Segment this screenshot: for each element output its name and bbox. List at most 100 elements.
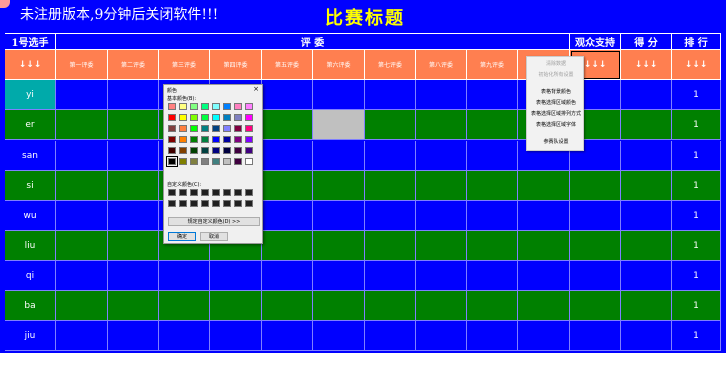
score-cell[interactable] bbox=[416, 231, 467, 261]
contestant-name[interactable]: liu bbox=[5, 231, 56, 261]
score-cell[interactable] bbox=[416, 171, 467, 201]
color-swatch[interactable] bbox=[212, 103, 220, 110]
custom-color-swatch[interactable] bbox=[190, 189, 198, 196]
score-cell[interactable] bbox=[416, 141, 467, 171]
score-cell[interactable] bbox=[313, 321, 365, 351]
score-cell[interactable] bbox=[210, 291, 262, 321]
judge-header-2[interactable]: 第二评委 bbox=[108, 50, 159, 80]
color-swatch[interactable] bbox=[190, 147, 198, 154]
rank-cell[interactable]: 1 bbox=[672, 291, 721, 321]
judge-header-5[interactable]: 第五评委 bbox=[262, 50, 313, 80]
score-cell[interactable] bbox=[570, 201, 621, 231]
score-cell[interactable] bbox=[467, 141, 518, 171]
color-swatch[interactable] bbox=[212, 158, 220, 165]
color-swatch[interactable] bbox=[245, 114, 253, 121]
contestant-name[interactable]: san bbox=[5, 141, 56, 171]
contestant-name[interactable]: ba bbox=[5, 291, 56, 321]
custom-color-swatch[interactable] bbox=[168, 200, 176, 207]
score-cell[interactable] bbox=[621, 171, 672, 201]
color-swatch[interactable] bbox=[190, 136, 198, 143]
score-cell[interactable] bbox=[467, 80, 518, 110]
score-cell[interactable] bbox=[262, 231, 313, 261]
context-menu-item[interactable]: 参赛队设置 bbox=[527, 138, 585, 146]
color-swatch[interactable] bbox=[223, 103, 231, 110]
contestant-name[interactable]: si bbox=[5, 171, 56, 201]
score-cell[interactable] bbox=[313, 231, 365, 261]
context-menu-item[interactable]: 表格选择区域排列方式 bbox=[527, 110, 585, 118]
color-swatch[interactable] bbox=[245, 158, 253, 165]
score-cell[interactable] bbox=[467, 291, 518, 321]
contestant-name[interactable]: er bbox=[5, 110, 56, 140]
score-cell[interactable] bbox=[467, 231, 518, 261]
score-cell[interactable] bbox=[621, 110, 672, 140]
color-swatch[interactable] bbox=[168, 114, 176, 121]
color-swatch[interactable] bbox=[234, 158, 242, 165]
score-cell[interactable] bbox=[262, 110, 313, 140]
judge-header-1[interactable]: 第一评委 bbox=[56, 50, 108, 80]
score-cell[interactable] bbox=[56, 80, 108, 110]
color-swatch[interactable] bbox=[223, 125, 231, 132]
score-cell[interactable] bbox=[313, 171, 365, 201]
score-cell[interactable] bbox=[262, 291, 313, 321]
score-cell[interactable] bbox=[518, 291, 570, 321]
custom-color-swatch[interactable] bbox=[245, 200, 253, 207]
score-cell[interactable] bbox=[518, 261, 570, 291]
score-cell[interactable] bbox=[56, 291, 108, 321]
context-menu-item[interactable]: 表格背景颜色 bbox=[527, 88, 585, 96]
score-cell[interactable] bbox=[621, 291, 672, 321]
color-swatch[interactable] bbox=[245, 147, 253, 154]
score-cell[interactable] bbox=[621, 321, 672, 351]
color-swatch[interactable] bbox=[234, 147, 242, 154]
score-cell[interactable] bbox=[313, 201, 365, 231]
score-cell[interactable] bbox=[570, 291, 621, 321]
score-cell[interactable] bbox=[365, 201, 416, 231]
score-cell[interactable] bbox=[365, 141, 416, 171]
color-swatch[interactable] bbox=[212, 136, 220, 143]
score-cell[interactable] bbox=[108, 141, 159, 171]
score-cell[interactable] bbox=[56, 171, 108, 201]
color-swatch[interactable] bbox=[201, 125, 209, 132]
color-swatch[interactable] bbox=[234, 125, 242, 132]
close-icon[interactable]: × bbox=[253, 85, 259, 93]
score-cell[interactable] bbox=[313, 291, 365, 321]
contestant-name[interactable]: jiu bbox=[5, 321, 56, 351]
color-swatch[interactable] bbox=[234, 103, 242, 110]
score-cell[interactable] bbox=[365, 261, 416, 291]
score-cell[interactable] bbox=[467, 321, 518, 351]
color-swatch[interactable] bbox=[223, 147, 231, 154]
contestant-name[interactable]: qi bbox=[5, 261, 56, 291]
score-cell[interactable] bbox=[108, 171, 159, 201]
color-swatch[interactable] bbox=[179, 125, 187, 132]
color-swatch[interactable] bbox=[168, 103, 176, 110]
color-swatch[interactable] bbox=[201, 103, 209, 110]
judge-header-9[interactable]: 第九评委 bbox=[467, 50, 518, 80]
score-cell[interactable] bbox=[262, 141, 313, 171]
custom-color-swatch[interactable] bbox=[223, 200, 231, 207]
color-swatch[interactable] bbox=[179, 114, 187, 121]
score-cell[interactable] bbox=[570, 261, 621, 291]
rank-cell[interactable]: 1 bbox=[672, 231, 721, 261]
judge-header-3[interactable]: 第三评委 bbox=[159, 50, 210, 80]
score-cell[interactable] bbox=[467, 110, 518, 140]
define-custom-colors-button[interactable]: 规定自定义颜色(D) >> bbox=[168, 217, 260, 226]
score-cell[interactable] bbox=[621, 201, 672, 231]
score-cell[interactable] bbox=[313, 110, 365, 140]
score-cell[interactable] bbox=[108, 80, 159, 110]
score-cell[interactable] bbox=[621, 80, 672, 110]
score-cell[interactable] bbox=[262, 171, 313, 201]
context-menu-item[interactable]: 清除数据 bbox=[527, 60, 585, 68]
color-swatch[interactable] bbox=[190, 103, 198, 110]
rank-cell[interactable]: 1 bbox=[672, 201, 721, 231]
cancel-button[interactable]: 取消 bbox=[200, 232, 228, 241]
score-cell[interactable] bbox=[518, 171, 570, 201]
score-cell[interactable] bbox=[518, 231, 570, 261]
color-swatch[interactable] bbox=[212, 114, 220, 121]
score-cell[interactable] bbox=[56, 261, 108, 291]
color-swatch[interactable] bbox=[168, 125, 176, 132]
contestant-name[interactable]: wu bbox=[5, 201, 56, 231]
score-cell[interactable] bbox=[621, 141, 672, 171]
score-cell[interactable] bbox=[365, 110, 416, 140]
score-cell[interactable] bbox=[210, 261, 262, 291]
score-cell[interactable] bbox=[159, 261, 210, 291]
custom-color-swatch[interactable] bbox=[245, 189, 253, 196]
